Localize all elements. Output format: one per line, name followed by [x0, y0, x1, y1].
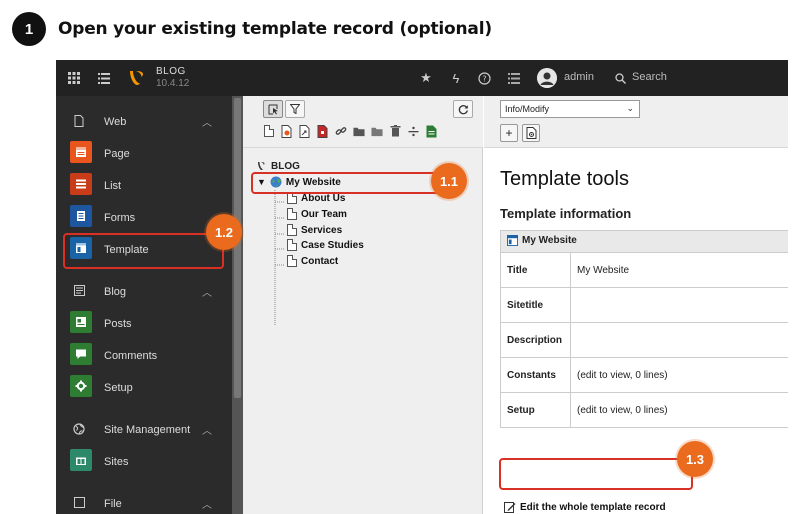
tree-node-page[interactable]: Services	[287, 224, 342, 236]
function-select[interactable]: Info/Modify ⌄	[500, 100, 640, 118]
table-row: Constants (edit to view, 0 lines)	[500, 357, 788, 393]
table-row: Description	[500, 322, 788, 358]
table-row: Sitetitle	[500, 287, 788, 323]
chevron-up-icon: ︿	[202, 118, 212, 129]
module-group-web[interactable]: Web ︿	[56, 108, 232, 136]
posts-module-icon	[70, 311, 92, 333]
bolt-icon[interactable]: ϟ	[448, 60, 464, 96]
typo3-backend-window: BLOG 10.4.12 ★ ϟ ? admin Search Web ︿ Pa…	[56, 60, 788, 514]
blog-icon	[72, 285, 86, 299]
add-icon[interactable]: +	[500, 124, 518, 142]
page-icon	[287, 208, 297, 220]
table-row: Title My Website	[500, 252, 788, 288]
search-icon[interactable]	[612, 60, 628, 96]
annotation-badge-1-2: 1.2	[206, 214, 242, 250]
module-menu: Web ︿ Page List Forms Template Blog ︿ Po…	[56, 96, 232, 514]
highlight-template-module	[63, 233, 224, 269]
module-list[interactable]: List	[56, 170, 232, 200]
list-icon[interactable]	[94, 60, 114, 96]
sidebar-scrollbar-thumb[interactable]	[234, 98, 241, 398]
module-comments[interactable]: Comments	[56, 340, 232, 370]
forms-module-icon	[70, 205, 92, 227]
module-setup[interactable]: Setup	[56, 372, 232, 402]
page-module-icon	[70, 141, 92, 163]
page-icon	[287, 255, 297, 267]
highlight-my-website	[251, 172, 441, 194]
typo3-logo-icon[interactable]	[124, 66, 148, 90]
star-icon[interactable]: ★	[418, 60, 434, 96]
table-row: Setup (edit to view, 0 lines)	[500, 392, 788, 428]
user-avatar-icon[interactable]	[537, 68, 557, 88]
module-group-site-management[interactable]: Site Management ︿	[56, 416, 232, 444]
view-page-icon[interactable]	[522, 124, 540, 142]
module-group-file[interactable]: File ︿	[56, 490, 232, 514]
chevron-up-icon: ︿	[202, 426, 212, 437]
document-icon	[72, 115, 86, 129]
page-tree: BLOG ▼ My Website About Us Our Team Serv…	[243, 96, 483, 514]
docheader: Info/Modify ⌄ +	[484, 96, 788, 148]
site-name: BLOG	[156, 66, 186, 77]
step-title: Open your existing template record (opti…	[58, 19, 492, 39]
chevron-up-icon: ︿	[202, 288, 212, 299]
tree-node-page[interactable]: Contact	[287, 255, 338, 267]
svg-text:?: ?	[482, 74, 486, 83]
chevron-up-icon: ︿	[202, 500, 212, 511]
gear-icon	[70, 375, 92, 397]
tree-node-page[interactable]: Our Team	[287, 208, 347, 220]
module-posts[interactable]: Posts	[56, 308, 232, 338]
page-title: Template tools	[500, 168, 629, 190]
chevron-down-icon: ⌄	[626, 103, 634, 113]
version-label: 10.4.12	[156, 78, 190, 89]
comments-module-icon	[70, 343, 92, 365]
template-info-table: My Website Title My Website Sitetitle De…	[500, 230, 788, 428]
edit-template-record-link[interactable]: Edit the whole template record	[504, 501, 666, 513]
search-label[interactable]: Search	[632, 71, 667, 83]
tree-connector-lines	[274, 190, 285, 325]
annotation-badge-1-1: 1.1	[431, 163, 467, 199]
page-icon	[287, 224, 297, 236]
table-header-row: My Website	[500, 230, 788, 253]
module-sites[interactable]: Sites	[56, 446, 232, 476]
apps-grid-icon[interactable]	[64, 60, 84, 96]
typo3-root-icon	[258, 162, 265, 170]
sites-module-icon	[70, 449, 92, 471]
globe-icon	[72, 423, 86, 437]
user-name[interactable]: admin	[564, 71, 594, 83]
annotation-badge-1-3: 1.3	[677, 441, 713, 477]
top-bar: BLOG 10.4.12 ★ ϟ ? admin Search	[56, 60, 788, 96]
help-icon[interactable]: ?	[476, 60, 492, 96]
page-icon	[287, 239, 297, 251]
tutorial-step: 1 Open your existing template record (op…	[0, 0, 800, 514]
step-number: 1	[12, 12, 46, 46]
module-content: Info/Modify ⌄ + Template tools Template …	[484, 96, 788, 514]
module-group-blog[interactable]: Blog ︿	[56, 278, 232, 306]
highlight-edit-template-record	[499, 458, 693, 490]
edit-pencil-icon	[504, 502, 516, 513]
section-title: Template information	[500, 206, 632, 221]
tree-root-node[interactable]: BLOG	[255, 160, 300, 172]
list-module-icon	[70, 173, 92, 195]
module-page[interactable]: Page	[56, 138, 232, 168]
tree-root-label: BLOG	[271, 160, 300, 172]
template-record-icon	[507, 234, 518, 246]
file-icon	[72, 497, 86, 511]
system-info-icon[interactable]	[506, 60, 522, 96]
tree-node-page[interactable]: Case Studies	[287, 239, 364, 251]
record-header-cell: My Website	[500, 230, 788, 253]
